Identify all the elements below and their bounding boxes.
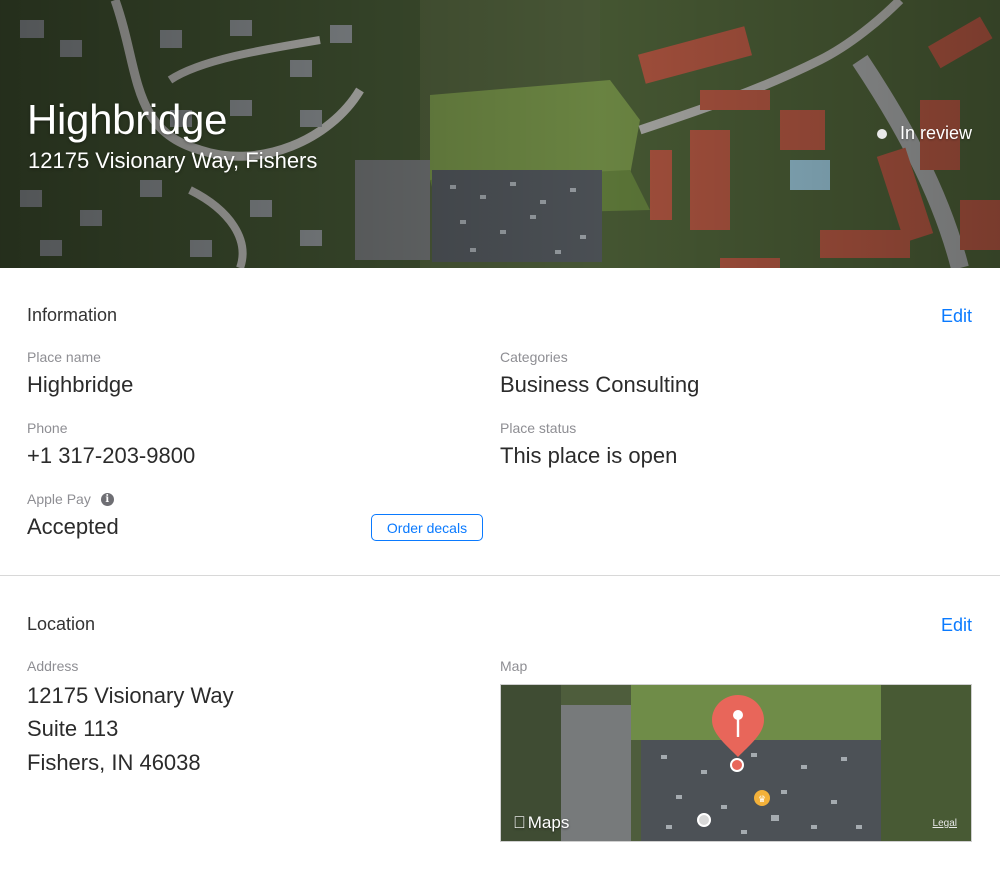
phone-label: Phone xyxy=(27,420,68,436)
status-dot-icon xyxy=(876,128,887,139)
location-section: Location Edit Address 12175 Visionary Wa… xyxy=(0,577,1000,872)
apple-pay-label-group: Apple Pay i xyxy=(27,491,114,507)
apple-pay-value: Accepted xyxy=(27,514,119,539)
info-icon[interactable]: i xyxy=(100,492,114,506)
svg-text:♛: ♛ xyxy=(758,795,766,805)
header-banner: Highbridge 12175 Visionary Way, Fishers … xyxy=(0,0,1000,268)
information-edit-link[interactable]: Edit xyxy=(941,306,972,327)
order-decals-button[interactable]: Order decals xyxy=(371,514,483,541)
place-name-label: Place name xyxy=(27,349,101,365)
location-pin-icon xyxy=(712,695,764,757)
map-legal-link[interactable]: Legal xyxy=(933,818,957,829)
map-preview[interactable]: ♛  Maps Legal xyxy=(500,684,972,842)
maps-brand-label: Maps xyxy=(515,813,570,832)
apple-pay-label: Apple Pay xyxy=(27,491,91,507)
address-line-3: Fishers, IN 46038 xyxy=(27,750,201,775)
maps-brand:  Maps xyxy=(513,813,569,833)
categories-label: Categories xyxy=(500,349,568,365)
place-status-value: This place is open xyxy=(500,443,678,468)
place-name-value: Highbridge xyxy=(27,372,134,397)
address-line-1: 12175 Visionary Way xyxy=(27,683,234,708)
place-status-label: Place status xyxy=(500,420,577,436)
place-subtitle: 12175 Visionary Way, Fishers xyxy=(28,148,318,173)
categories-value: Business Consulting xyxy=(500,372,700,397)
place-title: Highbridge xyxy=(27,96,228,143)
review-status: In review xyxy=(876,123,972,144)
address-line-2: Suite 113 xyxy=(27,716,119,741)
status-label: In review xyxy=(899,123,972,143)
map-label: Map xyxy=(500,658,528,674)
information-title: Information xyxy=(27,305,118,325)
phone-value: +1 317-203-9800 xyxy=(27,443,196,468)
information-section: Information Edit Place name Highbridge C… xyxy=(0,268,1000,576)
location-title: Location xyxy=(27,614,96,634)
address-label: Address xyxy=(27,658,79,674)
apple-logo-icon:  xyxy=(513,813,526,833)
location-edit-link[interactable]: Edit xyxy=(941,615,972,636)
